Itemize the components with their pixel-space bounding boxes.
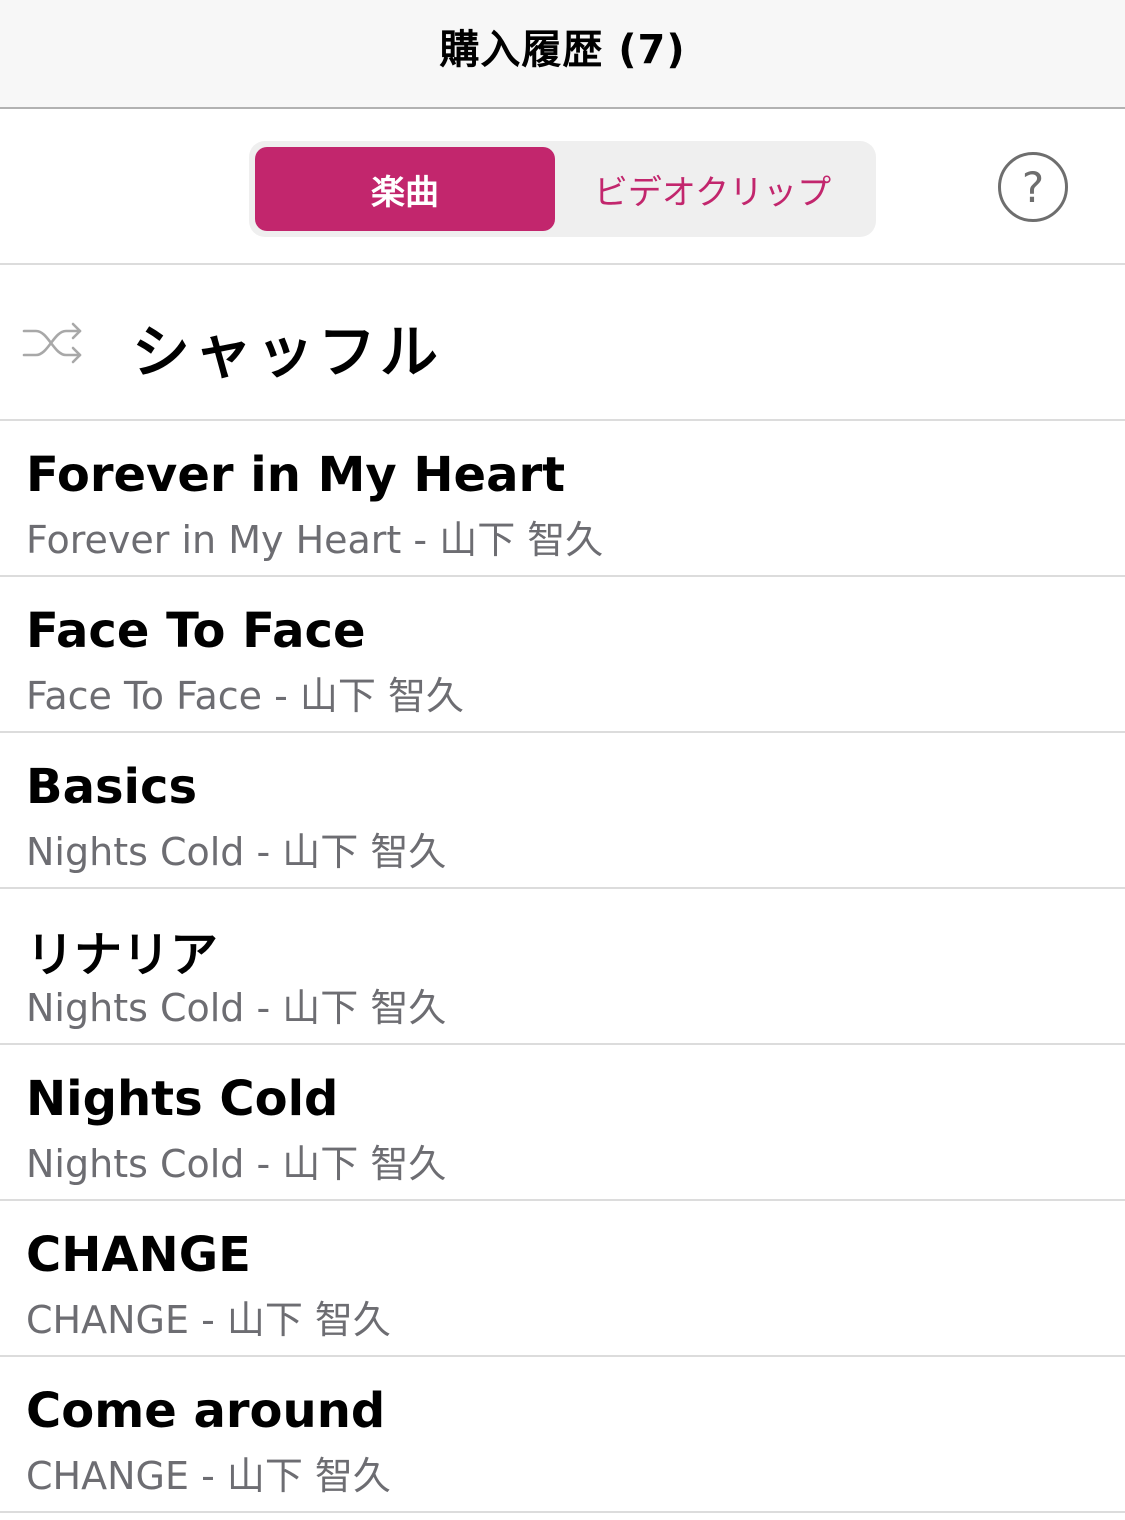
song-album-artist: Nights Cold - 山下 智久 [26,830,447,874]
navigation-bar: 購入履歴 (7) [0,0,1125,109]
song-title: Face To Face [26,603,366,659]
shuffle-row[interactable]: シャッフル [0,265,1125,421]
song-album-artist: Nights Cold - 山下 智久 [26,1142,447,1186]
song-row[interactable]: Basics Nights Cold - 山下 智久 [0,733,1125,889]
song-row[interactable]: CHANGE CHANGE - 山下 智久 [0,1201,1125,1357]
question-mark-icon: ? [1021,162,1045,212]
song-album-artist: Face To Face - 山下 智久 [26,674,464,718]
song-title: Basics [26,759,198,815]
song-row[interactable]: リナリア Nights Cold - 山下 智久 [0,889,1125,1045]
song-list: Forever in My Heart Forever in My Heart … [0,421,1125,1513]
song-album-artist: CHANGE - 山下 智久 [26,1298,391,1342]
shuffle-icon [22,322,82,364]
song-row[interactable]: Come around CHANGE - 山下 智久 [0,1357,1125,1513]
song-row[interactable]: Face To Face Face To Face - 山下 智久 [0,577,1125,733]
help-button[interactable]: ? [998,152,1068,222]
songs-segment[interactable]: 楽曲 [255,147,555,231]
song-album-artist: Forever in My Heart - 山下 智久 [26,518,604,562]
song-album-artist: CHANGE - 山下 智久 [26,1454,391,1498]
segment-bar: 楽曲 ビデオクリップ ? [0,109,1125,265]
song-title: Forever in My Heart [26,447,566,503]
segmented-control: 楽曲 ビデオクリップ [249,141,876,237]
song-title: リナリア [26,927,219,983]
song-title: Nights Cold [26,1071,339,1127]
page-title: 購入履歴 (7) [439,26,686,73]
video-clips-segment[interactable]: ビデオクリップ [555,147,870,231]
song-album-artist: Nights Cold - 山下 智久 [26,986,447,1030]
song-row[interactable]: Forever in My Heart Forever in My Heart … [0,421,1125,577]
song-title: Come around [26,1383,386,1439]
shuffle-label: シャッフル [132,318,443,386]
song-row[interactable]: Nights Cold Nights Cold - 山下 智久 [0,1045,1125,1201]
song-title: CHANGE [26,1227,251,1283]
